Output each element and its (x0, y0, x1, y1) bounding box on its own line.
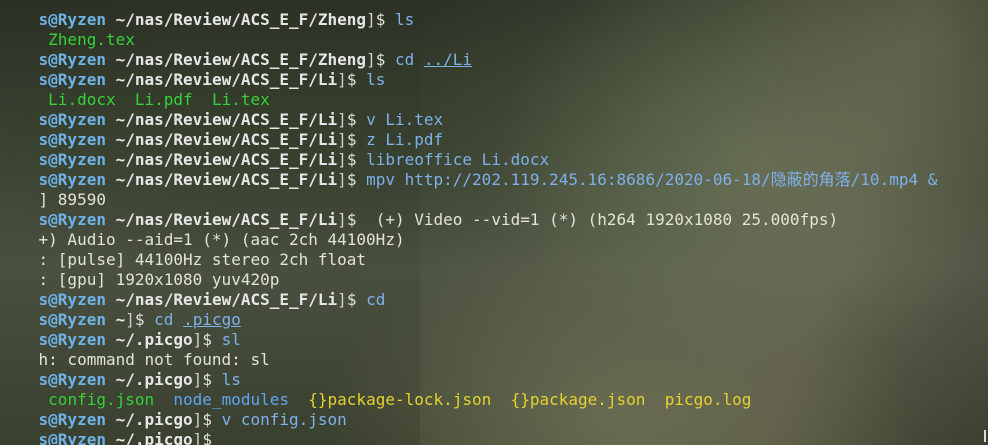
terminal-line: Zheng.tex (0, 10, 135, 49)
terminal-line: ] 89590 (0, 170, 106, 209)
terminal-line: s@Ryzen ~/.picgo]$ ls (38, 370, 241, 389)
prompt-symbol: $ (346, 170, 357, 189)
terminal-line: s@Ryzen ~]$ cd .picgo (38, 310, 241, 329)
prompt-symbol: $ (346, 70, 357, 89)
terminal-window[interactable]: s@Ryzen ~/nas/Review/ACS_E_F/Zheng]$ ls … (0, 0, 988, 445)
prompt-symbol: $ (202, 430, 212, 445)
prompt-path: ~/nas/Review/ACS_E_F/Zheng (115, 10, 367, 29)
terminal-line: s@Ryzen ~/nas/Review/ACS_E_F/Zheng]$ cd … (38, 50, 473, 69)
terminal-line: s@Ryzen ~/nas/Review/ACS_E_F/Li]$ mpv ht… (38, 170, 938, 189)
command-text: ls (356, 70, 386, 89)
terminal-line: s@Ryzen ~/nas/Review/ACS_E_F/Li]$ v Li.t… (38, 110, 444, 129)
log-file-icon (645, 390, 664, 409)
terminal-line: s@Ryzen ~/nas/Review/ACS_E_F/Zheng]$ ls (38, 10, 415, 29)
terminal-line: s@Ryzen ~/.picgo]$ sl (38, 330, 241, 349)
prompt-user: s@Ryzen (38, 430, 106, 445)
terminal-line: s@Ryzen ~/nas/Review/ACS_E_F/Li]$ z Li.p… (38, 130, 444, 149)
command-text: cd (356, 290, 386, 309)
terminal-line: s@Ryzen ~/nas/Review/ACS_E_F/Li]$ (+) Vi… (38, 210, 839, 229)
file-name: package-lock.json (327, 390, 492, 409)
file-name: picgo.log (664, 390, 752, 409)
command-text: ls (385, 10, 415, 29)
terminal-line: s@Ryzen ~/.picgo]$ v config.json (38, 410, 347, 429)
prompt-symbol: $ (375, 10, 386, 29)
terminal-line: : [pulse] 44100Hz stereo 2ch float (0, 230, 367, 269)
terminal-line: s@Ryzen ~/nas/Review/ACS_E_F/Li]$ cd (38, 290, 386, 309)
terminal-line: : [gpu] 1920x1080 yuv420p (0, 250, 280, 289)
prompt-path: ~/.picgo (115, 430, 193, 445)
terminal-line: s@Ryzen ~/nas/Review/ACS_E_F/Li]$ ls (38, 70, 386, 89)
text-cursor-icon (984, 430, 986, 442)
terminal-line: +) Audio --aid=1 (*) (aac 2ch 44100Hz) (0, 210, 405, 249)
ls-output-line: Li.docx Li.pdf Li.tex (0, 70, 270, 109)
command-text: (+) Video --vid=1 (*) (h264 1920x1080 25… (356, 210, 839, 229)
terminal-line[interactable]: s@Ryzen ~/.picgo]$ (0, 410, 212, 445)
file-name: package.json (529, 390, 646, 409)
command-text: mpv http://202.119.245.16:8686/2020-06-1… (356, 170, 938, 189)
json-braces-icon: {} (491, 390, 530, 409)
ls-output-line: config.json node_modules {}package-lock.… (0, 370, 751, 409)
command-argument: ../Li (423, 50, 473, 69)
prompt-path: ~/nas/Review/ACS_E_F/Li (115, 170, 338, 189)
terminal-line: s@Ryzen ~/nas/Review/ACS_E_F/Li]$ libreo… (38, 150, 550, 169)
command-text: cd (385, 50, 424, 69)
terminal-line: h: command not found: sl (0, 330, 270, 369)
prompt-symbol: $ (346, 290, 357, 309)
command-text: v config.json (211, 410, 347, 429)
